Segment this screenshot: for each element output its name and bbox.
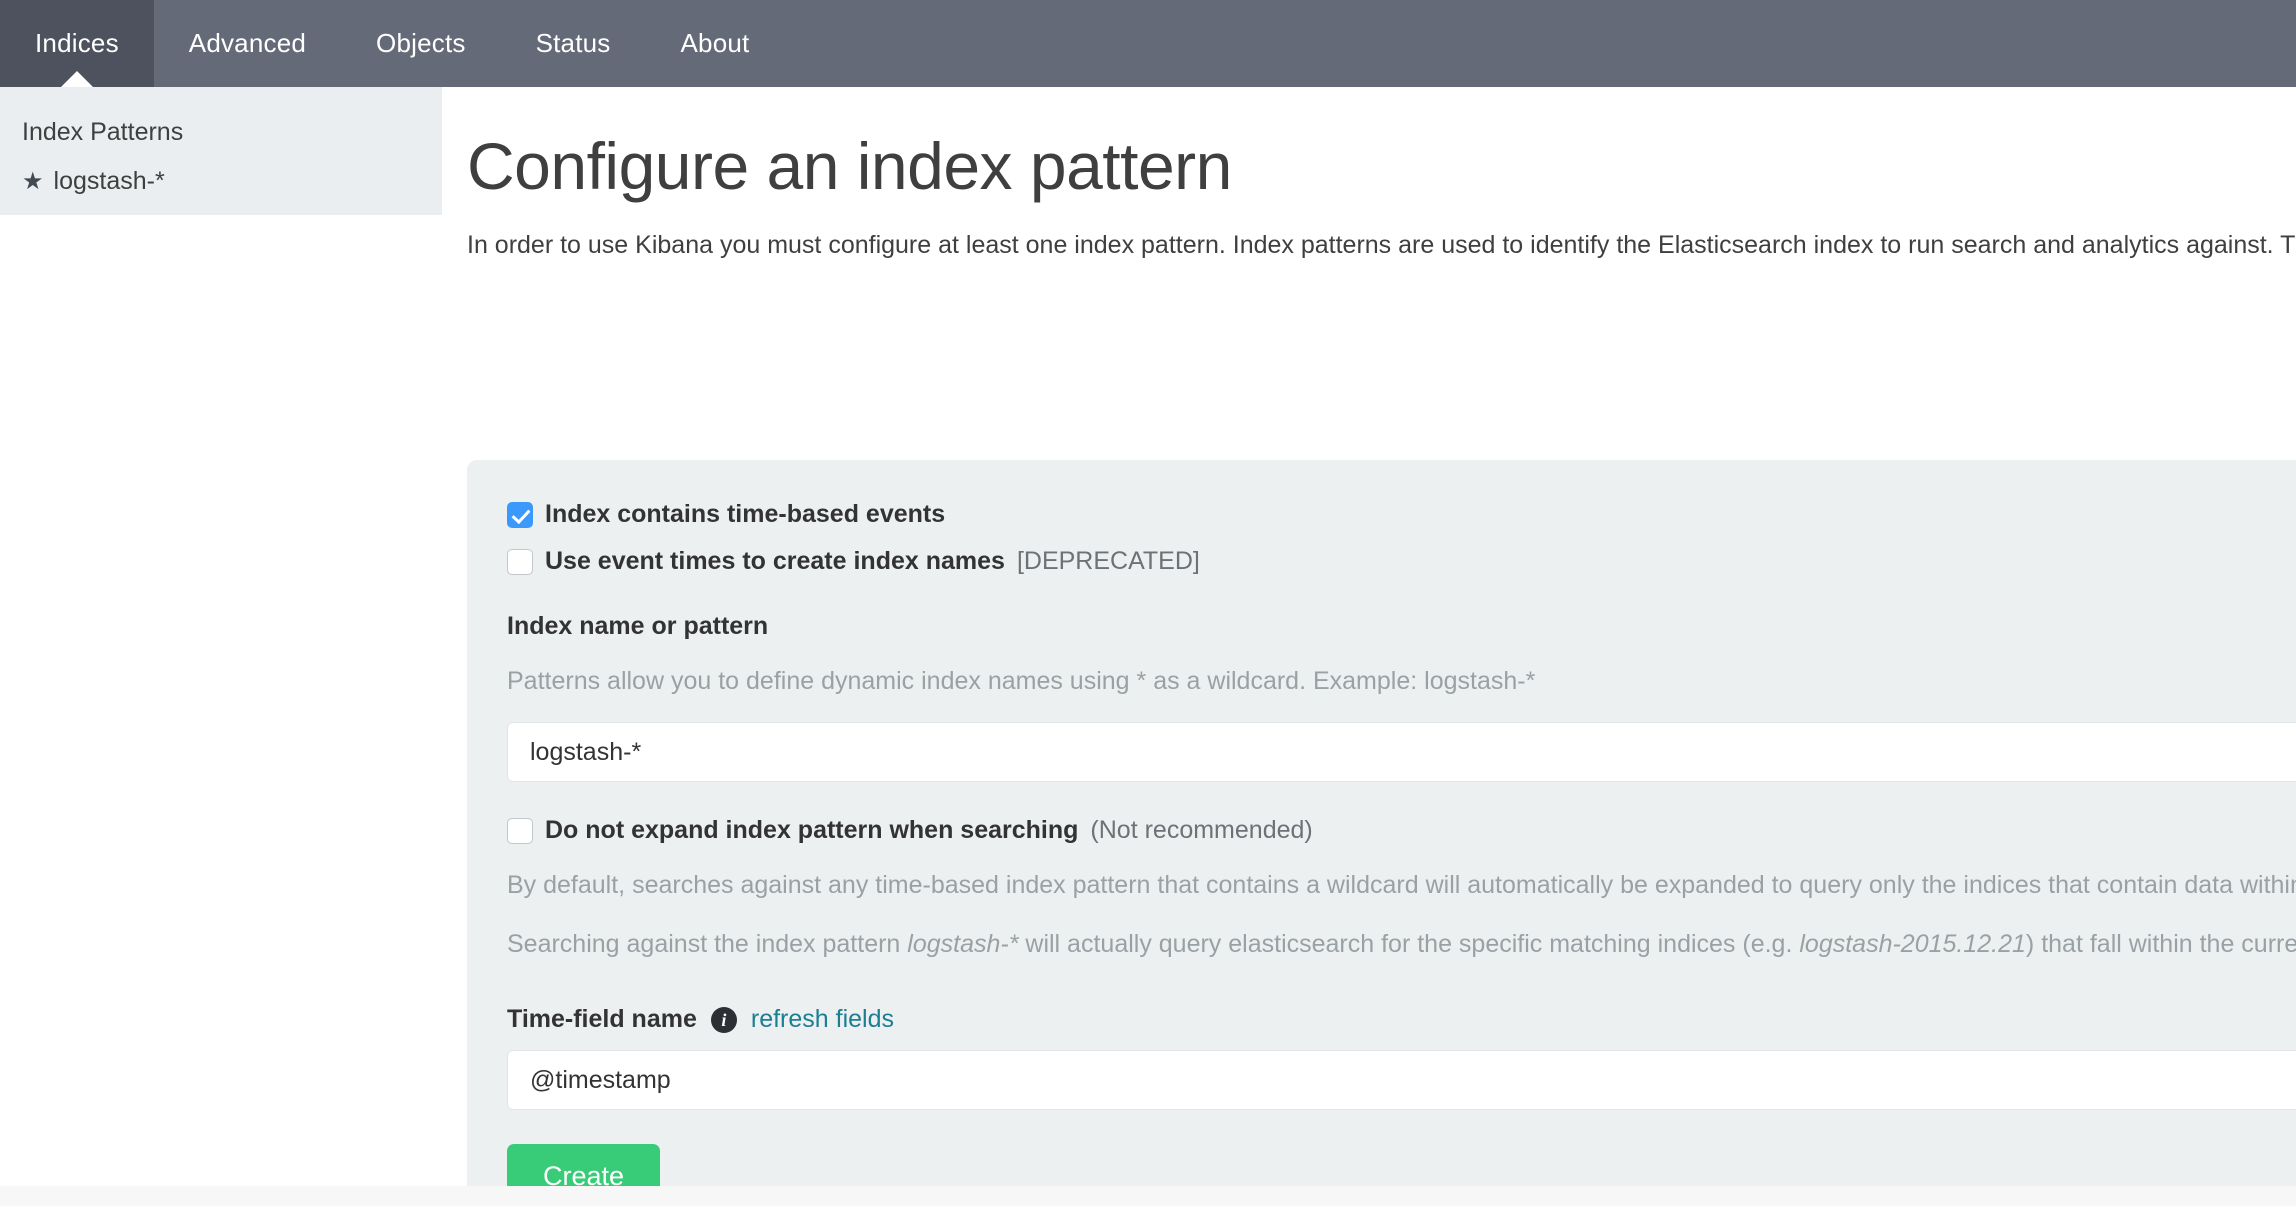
index-name-label: Index name or pattern xyxy=(507,612,769,640)
help2-middle: will actually query elasticsearch for th… xyxy=(1018,930,1800,958)
index-name-input[interactable] xyxy=(507,722,2296,782)
index-name-help-text: Patterns allow you to define dynamic ind… xyxy=(507,667,1536,695)
event-times-index-names-label: Use event times to create index names xyxy=(545,547,1005,575)
sidebar: Index Patterns ★ logstash-* xyxy=(0,87,442,215)
sidebar-item-logstash[interactable]: ★ logstash-* xyxy=(0,149,442,196)
sidebar-item-label: logstash-* xyxy=(53,167,165,195)
help2-prefix: Searching against the index pattern xyxy=(507,930,908,958)
help2-suffix: ) that fall within the currently selecte… xyxy=(2025,930,2296,958)
time-field-name-row: Time-field name i refresh fields xyxy=(507,1005,2296,1034)
tab-indices-label: Indices xyxy=(35,28,119,58)
time-field-name-label: Time-field name xyxy=(507,1005,697,1033)
event-times-deprecated-note: [DEPRECATED] xyxy=(1016,547,1200,575)
event-times-index-names-row[interactable]: Use event times to create index names [D… xyxy=(507,547,2296,576)
tab-about[interactable]: About xyxy=(646,0,785,87)
time-based-events-label: Index contains time-based events xyxy=(545,500,946,528)
page-intro-text: In order to use Kibana you must configur… xyxy=(467,230,2296,259)
tab-advanced-label: Advanced xyxy=(188,28,307,58)
tab-status-label: Status xyxy=(535,28,611,58)
no-expand-help-text-1: By default, searches against any time-ba… xyxy=(507,871,2296,899)
index-pattern-form-panel: Index contains time-based events Use eve… xyxy=(467,460,2296,1206)
tab-about-label: About xyxy=(680,28,750,58)
page-title: Configure an index pattern xyxy=(467,129,1232,203)
no-expand-checkbox[interactable] xyxy=(507,817,533,844)
star-icon: ★ xyxy=(22,167,44,195)
tab-status[interactable]: Status xyxy=(501,0,646,87)
help2-pattern: logstash-* xyxy=(907,930,1019,958)
info-icon[interactable]: i xyxy=(710,1006,737,1033)
time-field-name-select[interactable]: @timestamp xyxy=(507,1050,2296,1110)
tab-advanced[interactable]: Advanced xyxy=(154,0,341,87)
no-expand-note: (Not recommended) xyxy=(1090,816,1313,844)
no-expand-label: Do not expand index pattern when searchi… xyxy=(545,816,1079,844)
active-tab-pointer-icon xyxy=(59,71,94,88)
time-based-events-checkbox[interactable] xyxy=(507,501,533,528)
event-times-index-names-checkbox[interactable] xyxy=(507,548,533,575)
time-based-events-row[interactable]: Index contains time-based events xyxy=(507,500,2296,529)
tab-objects[interactable]: Objects xyxy=(341,0,501,87)
tab-indices[interactable]: Indices xyxy=(0,0,154,88)
page-background-strip xyxy=(0,1186,2296,1206)
no-expand-help-text-2: Searching against the index pattern logs… xyxy=(507,926,2296,963)
top-navigation: Indices Advanced Objects Status About xyxy=(0,0,2296,88)
tab-objects-label: Objects xyxy=(376,28,466,58)
refresh-fields-link[interactable]: refresh fields xyxy=(751,1005,894,1034)
no-expand-row[interactable]: Do not expand index pattern when searchi… xyxy=(507,816,2296,845)
help2-example: logstash-2015.12.21 xyxy=(1799,930,2026,958)
sidebar-title: Index Patterns xyxy=(22,118,184,146)
main-content: Configure an index pattern In order to u… xyxy=(442,87,2296,1206)
